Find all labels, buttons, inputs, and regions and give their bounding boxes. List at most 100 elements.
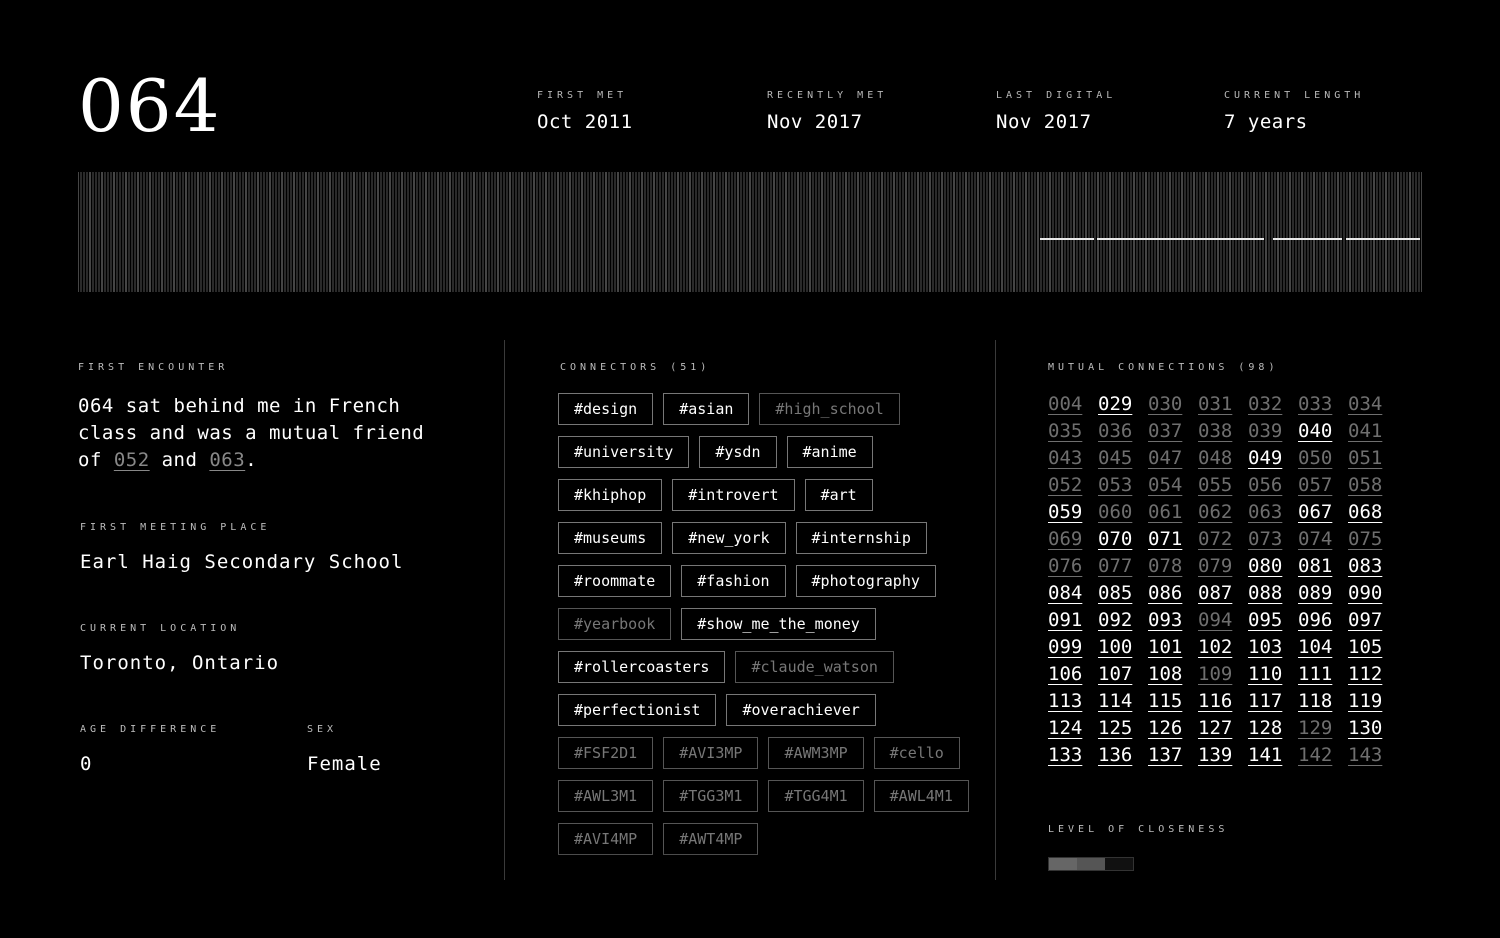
connector-tag[interactable]: #TGG3M1 [663,780,759,812]
mutual-connection-link[interactable]: 105 [1348,634,1398,661]
mutual-connection-link[interactable]: 139 [1198,742,1248,769]
connector-tag[interactable]: #university [558,436,690,468]
mutual-connection-link[interactable]: 136 [1098,742,1148,769]
connector-tag[interactable]: #TGG4M1 [768,780,864,812]
mutual-connection-link[interactable]: 102 [1198,634,1248,661]
mutual-connection-link[interactable]: 117 [1248,688,1298,715]
mutual-connection-link[interactable]: 069 [1048,526,1098,553]
mutual-connection-link[interactable]: 084 [1048,580,1098,607]
mutual-connection-link[interactable]: 089 [1298,580,1348,607]
connector-tag[interactable]: #claude_watson [735,651,894,683]
mutual-connection-link[interactable]: 079 [1198,553,1248,580]
mutual-connection-link[interactable]: 118 [1298,688,1348,715]
mutual-connection-link[interactable]: 106 [1048,661,1098,688]
mutual-connection-link[interactable]: 133 [1048,742,1098,769]
connector-tag[interactable]: #AVI3MP [663,737,759,769]
mutual-connection-link[interactable]: 050 [1298,445,1348,472]
mutual-connection-link[interactable]: 099 [1048,634,1098,661]
mutual-connection-link[interactable]: 035 [1048,418,1098,445]
mutual-connection-link[interactable]: 036 [1098,418,1148,445]
mutual-connection-link[interactable]: 068 [1348,499,1398,526]
mutual-connection-link[interactable]: 085 [1098,580,1148,607]
connector-tag[interactable]: #high_school [759,393,900,425]
mutual-connection-link[interactable]: 092 [1098,607,1148,634]
mutual-connection-link[interactable]: 031 [1198,391,1248,418]
mutual-connection-link[interactable]: 080 [1248,553,1298,580]
mutual-connection-link[interactable]: 049 [1248,445,1298,472]
mutual-connection-link[interactable]: 110 [1248,661,1298,688]
mutual-connection-link[interactable]: 088 [1248,580,1298,607]
mutual-connection-link[interactable]: 045 [1098,445,1148,472]
mutual-connection-link[interactable]: 040 [1298,418,1348,445]
connector-tag[interactable]: #design [558,393,654,425]
mutual-connection-link[interactable]: 125 [1098,715,1148,742]
mutual-connection-link[interactable]: 057 [1298,472,1348,499]
connector-tag[interactable]: #asian [663,393,750,425]
mutual-connection-link[interactable]: 107 [1098,661,1148,688]
connector-tag[interactable]: #show_me_the_money [681,608,876,640]
mutual-connection-link[interactable]: 076 [1048,553,1098,580]
mutual-connection-link[interactable]: 127 [1198,715,1248,742]
connector-tag[interactable]: #yearbook [558,608,672,640]
mutual-connection-link[interactable]: 062 [1198,499,1248,526]
connector-tag[interactable]: #ysdn [699,436,777,468]
mutual-connection-link[interactable]: 053 [1098,472,1148,499]
mutual-connection-link[interactable]: 124 [1048,715,1098,742]
mutual-connection-link[interactable]: 143 [1348,742,1398,769]
mutual-connection-link[interactable]: 037 [1148,418,1198,445]
connector-tag[interactable]: #cello [873,737,960,769]
connector-tag[interactable]: #photography [795,565,936,597]
mutual-connection-link[interactable]: 004 [1048,391,1098,418]
mutual-connection-link[interactable]: 041 [1348,418,1398,445]
mutual-connection-link[interactable]: 094 [1198,607,1248,634]
mutual-connection-link[interactable]: 087 [1198,580,1248,607]
mutual-connection-link[interactable]: 086 [1148,580,1198,607]
mutual-connection-link[interactable]: 093 [1148,607,1198,634]
mutual-connection-link[interactable]: 039 [1248,418,1298,445]
connector-tag[interactable]: #museums [558,522,663,554]
mutual-connection-link[interactable]: 061 [1148,499,1198,526]
mutual-connection-link[interactable]: 070 [1098,526,1148,553]
mutual-connection-link[interactable]: 034 [1348,391,1398,418]
mutual-connection-link[interactable]: 048 [1198,445,1248,472]
connector-tag[interactable]: #perfectionist [558,694,717,726]
mutual-connection-link[interactable]: 101 [1148,634,1198,661]
connector-tag[interactable]: #anime [786,436,873,468]
mutual-connection-link[interactable]: 090 [1348,580,1398,607]
connector-tag[interactable]: #rollercoasters [558,651,726,683]
mutual-connection-link[interactable]: 059 [1048,499,1098,526]
mutual-connection-link[interactable]: 100 [1098,634,1148,661]
mutual-connection-link[interactable]: 137 [1148,742,1198,769]
mutual-connection-link[interactable]: 091 [1048,607,1098,634]
connector-tag[interactable]: #new_york [672,522,786,554]
mutual-connection-link[interactable]: 141 [1248,742,1298,769]
mutual-connection-link[interactable]: 119 [1348,688,1398,715]
mutual-connection-link[interactable]: 104 [1298,634,1348,661]
connector-tag[interactable]: #AWL3M1 [558,780,654,812]
connector-tag[interactable]: #overachiever [726,694,876,726]
mutual-connection-link[interactable]: 128 [1248,715,1298,742]
mutual-connection-link[interactable]: 060 [1098,499,1148,526]
mutual-connection-link[interactable]: 115 [1148,688,1198,715]
mutual-connection-link[interactable]: 078 [1148,553,1198,580]
mutual-connection-link[interactable]: 111 [1298,661,1348,688]
connector-tag[interactable]: #FSF2D1 [558,737,654,769]
mutual-connection-link[interactable]: 030 [1148,391,1198,418]
connector-tag[interactable]: #khiphop [558,479,663,511]
mutual-connection-link[interactable]: 130 [1348,715,1398,742]
mutual-connection-link[interactable]: 081 [1298,553,1348,580]
connector-tag[interactable]: #AWL4M1 [873,780,969,812]
mutual-connection-link[interactable]: 051 [1348,445,1398,472]
mutual-connection-link[interactable]: 114 [1098,688,1148,715]
mutual-connection-link[interactable]: 067 [1298,499,1348,526]
mutual-connection-link[interactable]: 113 [1048,688,1098,715]
mutual-connection-link[interactable]: 074 [1298,526,1348,553]
mutual-connection-link[interactable]: 029 [1098,391,1148,418]
mutual-connection-link[interactable]: 103 [1248,634,1298,661]
mutual-connection-link[interactable]: 083 [1348,553,1398,580]
mutual-connection-link[interactable]: 063 [1248,499,1298,526]
mutual-connection-link[interactable]: 072 [1198,526,1248,553]
mutual-connection-link[interactable]: 043 [1048,445,1098,472]
mutual-connection-link[interactable]: 096 [1298,607,1348,634]
mutual-connection-link[interactable]: 071 [1148,526,1198,553]
